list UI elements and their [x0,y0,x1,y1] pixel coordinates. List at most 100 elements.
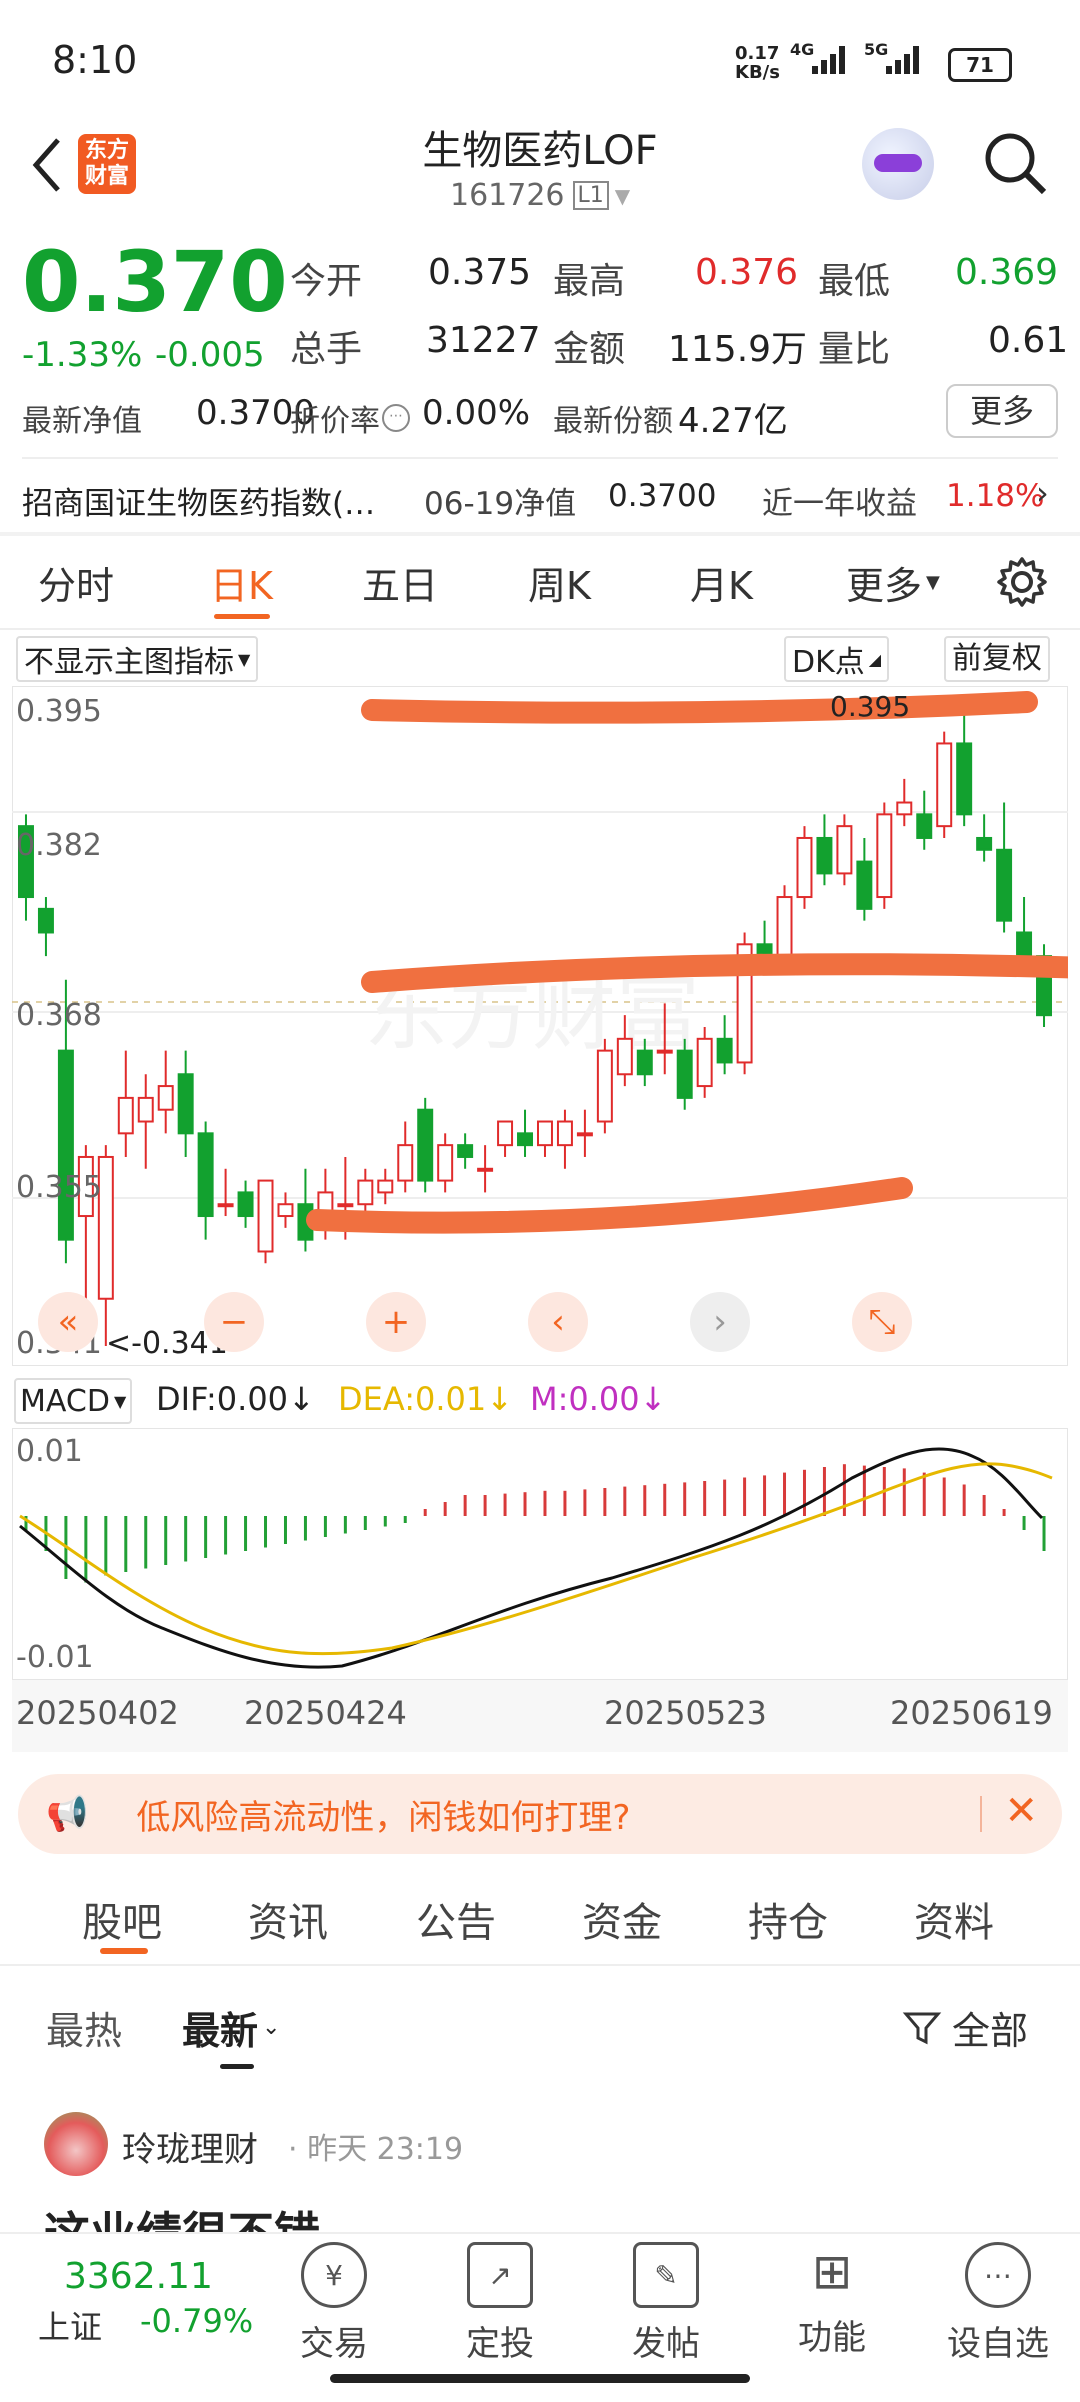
robot-assistant-icon[interactable] [862,128,934,200]
candle-body [377,1179,394,1194]
fullscreen-button[interactable]: ⤡ [852,1292,912,1352]
more-button[interactable]: 更多 [946,384,1058,438]
zoom-in-button[interactable]: + [366,1292,426,1352]
dif-value-text: DIF:0.00 [156,1380,289,1418]
battery-level: 71 [966,53,994,77]
candle-body [457,1144,474,1158]
date-label-2: 20250424 [244,1694,407,1732]
post-author[interactable]: 玲珑理财 [122,2122,258,2171]
megaphone-icon: 📢 [46,1794,89,1834]
tab-daily-k[interactable]: 日K [210,555,273,610]
high-marker-label: 0.395 [830,690,911,723]
network-speed: 0.17 KB/s [735,43,780,83]
banner-divider [980,1796,982,1832]
sort-hot[interactable]: 最热 [46,2000,122,2055]
yuan-icon: ¥ [301,2242,367,2308]
candle-body [816,836,833,875]
kline-chart[interactable]: 东方财富 0.395 0.382 0.368 0.355 0.341 <-0.3… [12,686,1068,1366]
chevron-right-icon[interactable]: › [1036,474,1049,512]
year-return-value[interactable]: 1.18% [946,478,1044,514]
nav-post[interactable]: ✎ 发帖 [596,2232,736,2365]
filter-icon [902,2012,942,2044]
macd-select[interactable]: MACD ▼ [14,1378,133,1424]
dea-value: DEA:0.01↓ [338,1380,513,1418]
tab-monthly-k[interactable]: 月K [690,555,753,610]
change-value: -0.005 [155,335,265,375]
sort-latest[interactable]: 最新 ⌄ [182,2000,280,2055]
candle-body [656,1049,673,1054]
ratio-label: 量比 [818,329,891,370]
promo-banner[interactable]: 📢 低风险高流动性，闲钱如何打理? ✕ [18,1774,1062,1854]
volume-value: 31227 [426,320,541,361]
index-name: 上证 [38,2308,103,2346]
tab-profile[interactable]: 资料 [914,1890,994,1948]
nav-watchlist-label: 设自选 [947,2324,1049,2364]
settings-gear-icon[interactable] [996,556,1048,612]
candle-body [876,813,893,899]
search-icon[interactable] [980,128,1050,202]
tab-weekly-k[interactable]: 周K [528,555,591,610]
robot-visor [874,154,922,172]
tab-holdings[interactable]: 持仓 [748,1890,828,1948]
down-arrow-icon: ↓ [288,1380,315,1418]
tab-news[interactable]: 资讯 [248,1890,328,1948]
scroll-right-button[interactable]: › [690,1292,750,1352]
candle-body [277,1203,294,1218]
adjust-button[interactable]: 前复权 [944,636,1050,682]
date-label-3: 20250523 [604,1694,767,1732]
nav-watchlist[interactable]: ⋯ 设自选 [928,2232,1068,2365]
avatar[interactable] [44,2112,108,2176]
macd-y-bottom: -0.01 [16,1640,94,1675]
section-gap [0,532,1080,536]
fund-code-selector[interactable]: 161726 L1 ▼ [450,178,630,213]
post-title[interactable]: 这业绩很不错 [44,2198,320,2232]
annotation-stroke-top [361,691,1038,724]
candle-body [517,1132,534,1147]
candle-body [437,1144,454,1182]
grid-icon: ⊞ [811,2244,853,2300]
filter-button[interactable]: 全部 [902,2000,1028,2055]
current-price: 0.370 [22,233,288,331]
feed-divider [0,1964,1080,1966]
zoom-out-button[interactable]: − [204,1292,264,1352]
macd-chart[interactable]: 0.01 -0.01 [12,1428,1068,1680]
nav-trade[interactable]: ¥ 交易 [264,2232,404,2365]
tab-more[interactable]: 更多 ▼ [846,555,940,610]
tab-funds-flow[interactable]: 资金 [582,1890,662,1948]
open-value: 0.375 [428,252,532,293]
info-dots-icon[interactable]: ⋯ [382,404,410,432]
candle-body [556,1120,573,1147]
dk-point-button[interactable]: DK点 ◢ [784,636,890,682]
indicator-select[interactable]: 不显示主图指标 ▼ [16,636,259,682]
candle-body [177,1073,194,1135]
candle-body [536,1120,553,1147]
low-label: 最低 [818,261,891,302]
status-time: 8:10 [52,38,138,82]
candle-body [477,1167,494,1172]
nav-functions[interactable]: ⊞ 功能 [762,2232,902,2359]
caret-down-icon: ▼ [238,649,251,669]
nav-trade-label: 交易 [300,2324,368,2364]
nav-invest[interactable]: ↗ 定投 [430,2232,570,2365]
nav-invest-label: 定投 [466,2324,534,2364]
tab-more-label: 更多 [846,564,923,608]
tab-forum[interactable]: 股吧 [82,1890,162,1948]
date-label-end: 20250619 [890,1694,1053,1732]
tab-announcements[interactable]: 公告 [416,1890,496,1948]
nav-date-value: 0.3700 [608,478,717,514]
scroll-left-button[interactable]: ‹ [528,1292,588,1352]
candle-body [836,825,853,875]
discount-label-group: 折价率 ⋯ [290,396,410,440]
post-time: · 昨天 23:19 [288,2132,464,2167]
amount-label: 金额 [553,329,626,370]
candle-body [497,1120,514,1147]
macd-select-label: MACD [20,1383,110,1419]
tab-five-day[interactable]: 五日 [362,555,438,610]
close-icon[interactable]: ✕ [1004,1788,1038,1834]
candle-body [996,848,1013,922]
low-value: 0.369 [955,252,1059,293]
rewind-button[interactable]: « [38,1292,98,1352]
index-value[interactable]: 3362.11 [64,2256,213,2297]
tab-intraday[interactable]: 分时 [38,555,114,610]
tracked-index-name[interactable]: 招商国证生物医药指数(… [22,478,375,523]
